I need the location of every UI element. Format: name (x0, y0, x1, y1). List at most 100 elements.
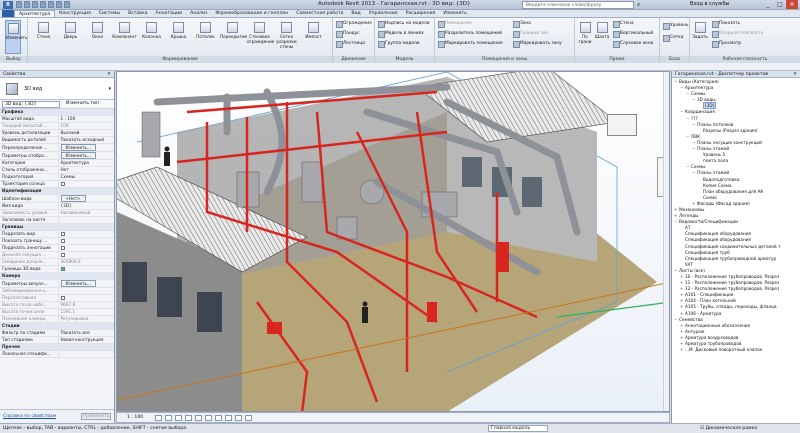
ribbon-tab[interactable]: Конструкция (55, 10, 95, 17)
property-value[interactable]: Показать все (58, 329, 114, 337)
active-model-selector[interactable]: Главная модель (488, 425, 548, 432)
checkbox[interactable] (60, 182, 65, 186)
build-button[interactable]: Дверь (58, 20, 83, 54)
instance-selector[interactable]: 3D вид: {3D} (2, 101, 60, 108)
close-icon[interactable]: ✕ (793, 71, 797, 78)
save-icon[interactable] (24, 1, 30, 8)
property-value[interactable] (58, 237, 114, 245)
print-icon[interactable] (48, 1, 54, 8)
3d-viewport[interactable] (116, 71, 670, 412)
property-value[interactable] (58, 180, 114, 188)
ref-plane-button[interactable]: Опорная плоскость (712, 30, 763, 38)
crop-view-icon[interactable] (205, 415, 212, 421)
property-value[interactable] (58, 244, 114, 252)
ribbon-tab[interactable]: Вид (347, 10, 364, 17)
modify-button[interactable]: Изменить (5, 20, 27, 54)
type-selector[interactable]: 3D вид ▾ (0, 78, 114, 100)
build-button[interactable]: Крыша (166, 20, 191, 54)
property-edit-button[interactable]: Изменить... (60, 144, 96, 151)
application-tab[interactable] (2, 10, 14, 17)
ribbon-tab[interactable]: Совместная работа (292, 10, 347, 17)
maximize-button[interactable]: □ (774, 0, 786, 9)
room-button[interactable]: Помещение (438, 20, 472, 28)
view-scale[interactable]: 1 : 100 (127, 415, 143, 420)
property-value[interactable] (58, 216, 114, 224)
build-button[interactable]: Перекрытие (220, 20, 247, 54)
detail-level-icon[interactable] (155, 415, 162, 421)
build-button[interactable]: Стена (31, 20, 56, 54)
build-button[interactable]: Колонна (139, 20, 164, 54)
property-value[interactable]: Высокий (58, 129, 114, 137)
shadows-icon[interactable] (185, 415, 192, 421)
tag-area-button[interactable]: Маркировать зону (513, 40, 562, 48)
checkbox[interactable] (60, 253, 65, 257)
3d-view-icon[interactable] (64, 1, 70, 8)
grid-button[interactable]: Сетка (663, 34, 683, 42)
model-group-button[interactable]: Группа модели (378, 40, 420, 48)
show-crop-icon[interactable] (215, 415, 222, 421)
search-input[interactable]: Введите ключевое слово/фразу (522, 1, 634, 9)
property-value[interactable]: <Нет> (58, 194, 114, 203)
property-edit-button[interactable]: Изменить... (60, 280, 96, 287)
property-group[interactable]: Стадии (0, 322, 114, 330)
set-work-plane-button[interactable]: Задать (692, 20, 708, 54)
area-button[interactable]: Зона (513, 20, 531, 28)
minimize-button[interactable]: _ (762, 0, 774, 9)
property-value[interactable]: Схемы (58, 173, 114, 181)
ramp-button[interactable]: Пандус (336, 30, 360, 38)
property-value[interactable]: Архитектура (58, 159, 114, 167)
property-value[interactable]: Показать исходный (58, 136, 114, 144)
reveal-hidden-icon[interactable] (245, 415, 252, 421)
build-button[interactable]: Стеновое ограждение (247, 20, 274, 54)
model-text-button[interactable]: Надпись на модели (378, 20, 430, 28)
viewer-button[interactable]: Просмотр (712, 40, 741, 48)
chevron-down-icon[interactable]: ▾ (108, 86, 111, 92)
search-icon[interactable]: ⌕ (637, 1, 640, 9)
property-value[interactable]: Новая конструкция (58, 336, 114, 344)
property-edit-button[interactable]: Изменить... (60, 152, 96, 159)
render-icon[interactable] (195, 415, 202, 421)
level-button[interactable]: Уровень (663, 22, 689, 30)
property-group[interactable]: Камера (0, 272, 114, 280)
ribbon-tab[interactable]: Системы (95, 10, 124, 17)
edit-type-button[interactable]: Изменить тип (66, 101, 99, 106)
show-work-plane-button[interactable]: Показать (712, 20, 740, 28)
measure-icon[interactable] (56, 1, 62, 8)
application-menu-button[interactable]: R (3, 1, 13, 9)
checkbox[interactable] (60, 239, 65, 243)
property-value[interactable]: Изменить... (58, 143, 114, 152)
lock-view-icon[interactable] (225, 415, 232, 421)
property-edit-button[interactable]: <Нет> (60, 195, 86, 202)
redo-icon[interactable] (40, 1, 46, 8)
property-value[interactable] (58, 230, 114, 238)
checkbox[interactable] (60, 296, 65, 300)
vertical-opening-button[interactable]: Вертикальный (613, 30, 653, 38)
checkbox[interactable] (60, 232, 65, 236)
model-line-button[interactable]: Модель в линиях (378, 30, 424, 38)
property-value[interactable]: Нет (58, 166, 114, 174)
railing-button[interactable]: Ограждение (336, 20, 372, 28)
ribbon-tab[interactable]: Аннотации (152, 10, 187, 17)
by-face-button[interactable]: По грани (577, 20, 593, 54)
viewcube[interactable] (607, 114, 637, 136)
build-button[interactable]: Компонент (112, 20, 137, 54)
vertical-scrollbar[interactable] (663, 72, 669, 411)
build-button[interactable]: Импост (301, 20, 326, 54)
area-boundary-button[interactable]: Граница зон (513, 30, 548, 38)
build-button[interactable]: Сетка разрезки стены (274, 20, 299, 54)
property-value[interactable] (58, 350, 114, 358)
ribbon-tab[interactable]: Анализ (186, 10, 211, 17)
ribbon-tab[interactable]: Вставка (124, 10, 151, 17)
build-button[interactable]: Потолок (193, 20, 218, 54)
ribbon-tab[interactable]: Формообразование и генплан (211, 10, 292, 17)
dynamic-frame-toggle[interactable]: ☑ Динамическая рамка (700, 424, 757, 433)
tag-room-button[interactable]: Маркировать помещение (438, 40, 503, 48)
property-group[interactable]: Прочее (0, 343, 114, 351)
sun-path-icon[interactable] (175, 415, 182, 421)
ribbon-tab[interactable]: Изменить (439, 10, 471, 17)
login-button[interactable]: Вход в службы (690, 1, 729, 7)
shaft-button[interactable]: Шахта (594, 20, 610, 54)
property-value[interactable]: {3D} (58, 202, 114, 210)
property-group[interactable]: Границы (0, 223, 114, 231)
open-icon[interactable] (16, 1, 22, 8)
